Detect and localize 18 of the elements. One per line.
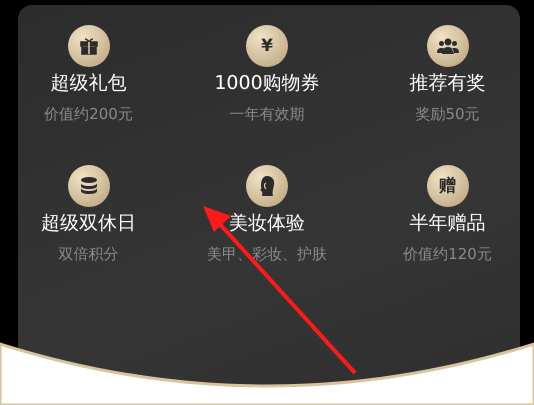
benefit-subtitle: 价值约200元: [44, 104, 133, 125]
people-icon: [436, 37, 458, 55]
benefit-title: 美妆体验: [229, 211, 305, 236]
benefit-title: 超级礼包: [50, 71, 126, 96]
benefit-title: 半年赠品: [410, 211, 486, 236]
benefit-subtitle: 一年有效期: [230, 104, 304, 125]
benefit-subtitle: 价值约120元: [403, 244, 492, 265]
gift-icon: [78, 36, 98, 56]
woman-profile-icon: [258, 175, 276, 197]
benefit-title: 超级双休日: [41, 211, 136, 236]
benefit-title: 推荐有奖: [410, 71, 486, 96]
icon-glyph: 赠: [439, 178, 456, 194]
benefit-title: 1000购物券: [214, 71, 320, 96]
benefit-subtitle: 双倍积分: [58, 244, 118, 265]
benefit-subtitle: 美甲、彩妆、护肤: [207, 244, 327, 265]
benefit-subtitle: 奖励50元: [415, 104, 480, 125]
coin-stack-icon: [78, 176, 98, 196]
icon-glyph: ¥: [261, 38, 273, 54]
